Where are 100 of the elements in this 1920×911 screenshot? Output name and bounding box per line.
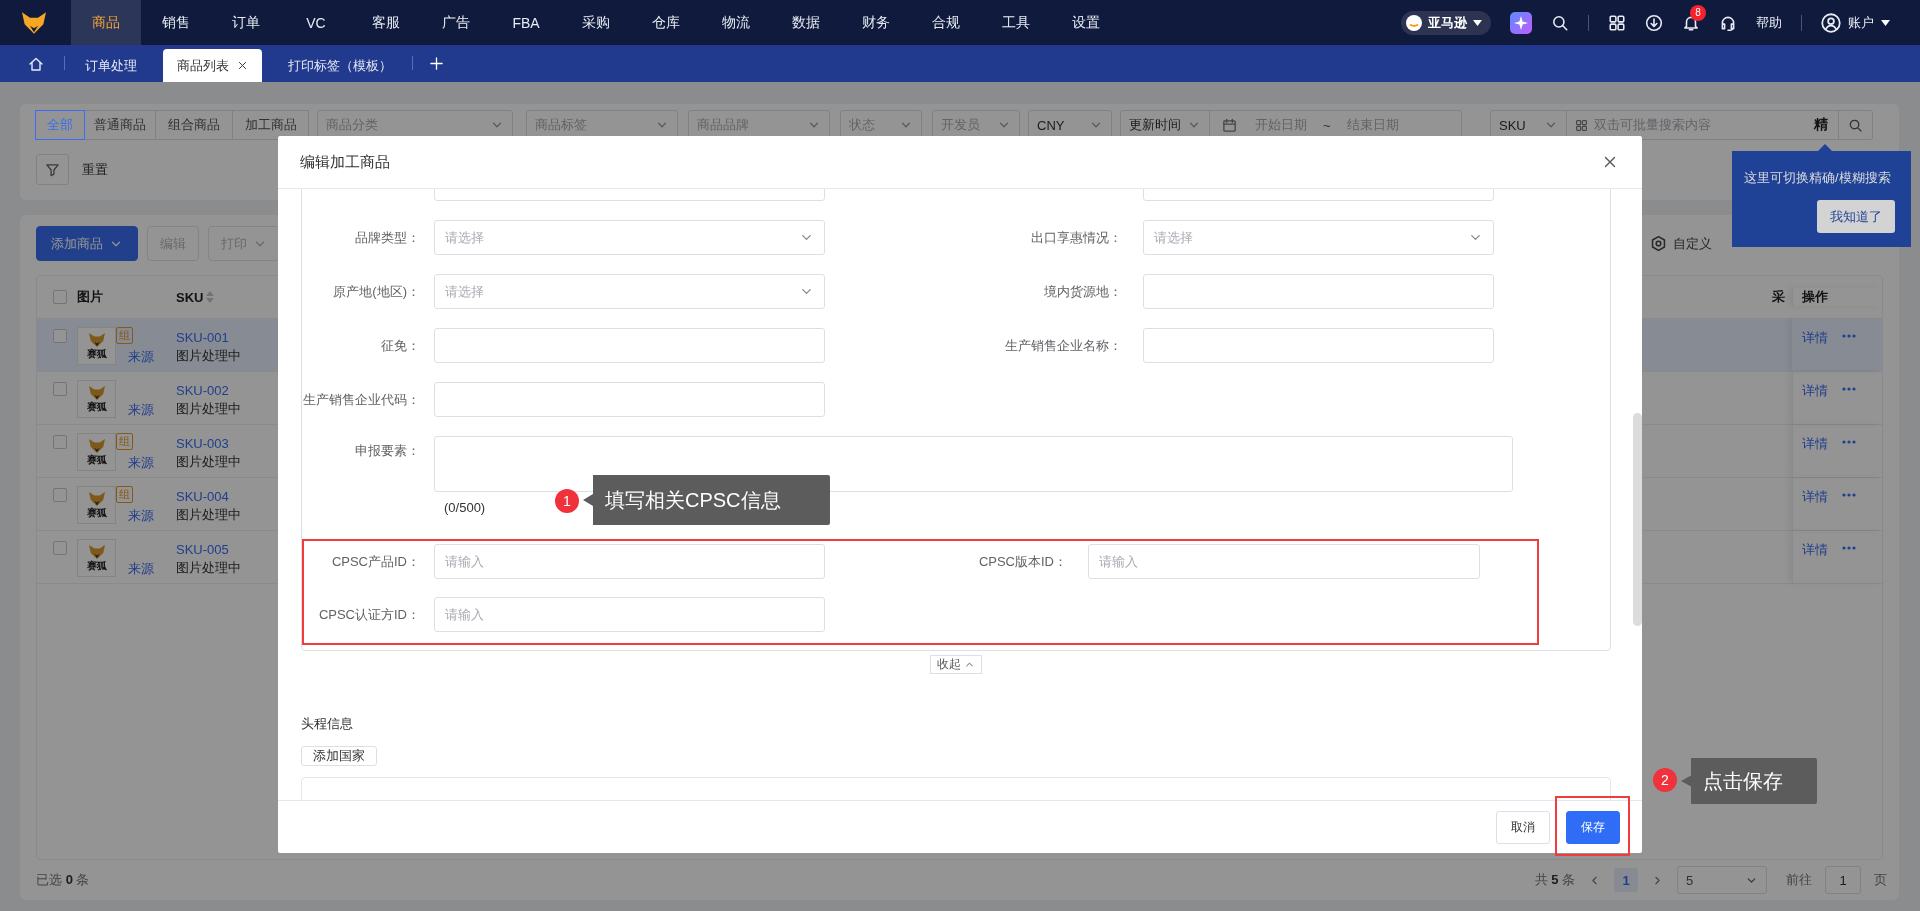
- menu-item[interactable]: FBA: [491, 0, 561, 45]
- menu-item[interactable]: 客服: [351, 0, 421, 45]
- detail-link[interactable]: 详情: [1802, 382, 1828, 400]
- input-field[interactable]: [434, 382, 825, 417]
- sku-link[interactable]: SKU-005: [176, 541, 229, 559]
- fox-icon: [87, 491, 106, 507]
- menu-item[interactable]: 设置: [1051, 0, 1121, 45]
- input-field[interactable]: 请输入: [434, 597, 825, 632]
- checkbox[interactable]: [53, 435, 67, 449]
- menu-item[interactable]: 物流: [701, 0, 771, 45]
- user-icon[interactable]: [1821, 12, 1841, 33]
- source-link[interactable]: 来源: [128, 508, 154, 524]
- source-link[interactable]: 来源: [128, 402, 154, 418]
- input-field[interactable]: 请输入: [434, 544, 825, 579]
- source-link[interactable]: 来源: [128, 349, 154, 365]
- menu-item[interactable]: 订单: [211, 0, 281, 45]
- filter-button[interactable]: [36, 154, 69, 185]
- more-icon[interactable]: [1842, 493, 1856, 497]
- combo-tag: 组: [116, 486, 133, 503]
- menu-item[interactable]: 工具: [981, 0, 1051, 45]
- got-it-button[interactable]: 我知道了: [1817, 200, 1895, 233]
- smile-icon: [1406, 14, 1422, 31]
- filter-tab[interactable]: 普通商品: [84, 110, 156, 140]
- reset-link[interactable]: 重置: [82, 160, 108, 179]
- more-icon[interactable]: [1842, 387, 1856, 391]
- fox-logo[interactable]: [20, 10, 48, 35]
- source-link[interactable]: 来源: [128, 561, 154, 577]
- detail-link[interactable]: 详情: [1802, 329, 1828, 347]
- save-button[interactable]: 保存: [1566, 810, 1620, 844]
- page-tab[interactable]: 商品列表: [163, 49, 262, 82]
- close-icon[interactable]: [237, 60, 248, 71]
- exact-toggle[interactable]: 精: [1814, 116, 1828, 134]
- close-icon[interactable]: [1602, 154, 1618, 170]
- detail-link[interactable]: 详情: [1802, 488, 1828, 506]
- page-tab[interactable]: 订单处理: [71, 49, 151, 82]
- menu-item[interactable]: 采购: [561, 0, 631, 45]
- marketplace-select[interactable]: 亚马逊: [1401, 10, 1491, 35]
- filter-tab[interactable]: 组合商品: [155, 110, 233, 140]
- fox-icon: [87, 438, 106, 454]
- menu-item[interactable]: 销售: [141, 0, 211, 45]
- detail-link[interactable]: 详情: [1802, 435, 1828, 453]
- input-field[interactable]: [1143, 328, 1494, 363]
- select-field[interactable]: 请选择: [1143, 220, 1494, 255]
- checkbox[interactable]: [53, 488, 67, 502]
- menu-item[interactable]: 仓库: [631, 0, 701, 45]
- account-menu[interactable]: 账户: [1848, 13, 1874, 32]
- sku-link[interactable]: SKU-001: [176, 329, 229, 347]
- grid-icon: [1575, 118, 1588, 132]
- sku-link[interactable]: SKU-003: [176, 435, 229, 453]
- field-label: 境内货源地：: [1043, 282, 1123, 301]
- custom-columns-button[interactable]: 自定义: [1650, 234, 1712, 253]
- caret-icon: [1473, 19, 1482, 26]
- search-icon[interactable]: [1551, 13, 1569, 32]
- input-field[interactable]: [1143, 274, 1494, 309]
- download-icon[interactable]: [1645, 13, 1663, 32]
- column-header: SKU: [176, 289, 204, 305]
- menu-item[interactable]: VC: [281, 0, 351, 45]
- grid-icon[interactable]: [1608, 13, 1626, 32]
- checkbox[interactable]: [53, 382, 67, 396]
- input-field[interactable]: 请输入: [1088, 544, 1480, 579]
- selection-count: 已选 0 条: [36, 871, 90, 889]
- combo-tag: 组: [116, 433, 133, 450]
- status-text: 图片处理中: [176, 400, 241, 418]
- more-icon[interactable]: [1842, 440, 1856, 444]
- sku-link[interactable]: SKU-002: [176, 382, 229, 400]
- page-tab[interactable]: 打印标签（模板）: [274, 49, 406, 82]
- combo-tag: 组: [116, 327, 133, 344]
- scrollbar-thumb[interactable]: [1633, 413, 1642, 626]
- checkbox[interactable]: [53, 541, 67, 555]
- sparkle-icon[interactable]: [1510, 11, 1532, 34]
- checkbox[interactable]: [53, 329, 67, 343]
- collapse-button[interactable]: 收起: [930, 655, 982, 674]
- input-field[interactable]: [434, 328, 825, 363]
- sku-link[interactable]: SKU-004: [176, 488, 229, 506]
- hexagon-icon: [1650, 235, 1667, 252]
- cancel-button[interactable]: 取消: [1496, 810, 1550, 844]
- help-link[interactable]: 帮助: [1756, 13, 1782, 32]
- menu-item[interactable]: 财务: [841, 0, 911, 45]
- select-field[interactable]: 请选择: [434, 220, 825, 255]
- checkbox[interactable]: [53, 290, 67, 304]
- toolbar-button[interactable]: 添加商品: [36, 226, 138, 261]
- more-icon[interactable]: [1842, 546, 1856, 550]
- menu-item[interactable]: 商品: [71, 0, 141, 45]
- menu-item[interactable]: 广告: [421, 0, 491, 45]
- select-field[interactable]: 请选择: [434, 274, 825, 309]
- menu-item[interactable]: 合规: [911, 0, 981, 45]
- page-number[interactable]: 1: [1614, 868, 1638, 892]
- add-country-button[interactable]: 添加国家: [301, 746, 377, 766]
- field-label: 品牌类型：: [354, 228, 421, 247]
- search-button[interactable]: [1839, 110, 1873, 140]
- menu-item[interactable]: 数据: [771, 0, 841, 45]
- field-label: CPSC版本ID：: [977, 552, 1068, 571]
- detail-link[interactable]: 详情: [1802, 541, 1828, 559]
- plus-icon[interactable]: [429, 56, 444, 71]
- home-icon[interactable]: [28, 55, 44, 72]
- more-icon[interactable]: [1842, 334, 1856, 338]
- page-size-select[interactable]: 5: [1677, 866, 1767, 894]
- character-counter: (0/500): [444, 499, 486, 517]
- page-input[interactable]: 1: [1825, 866, 1861, 894]
- source-link[interactable]: 来源: [128, 455, 154, 471]
